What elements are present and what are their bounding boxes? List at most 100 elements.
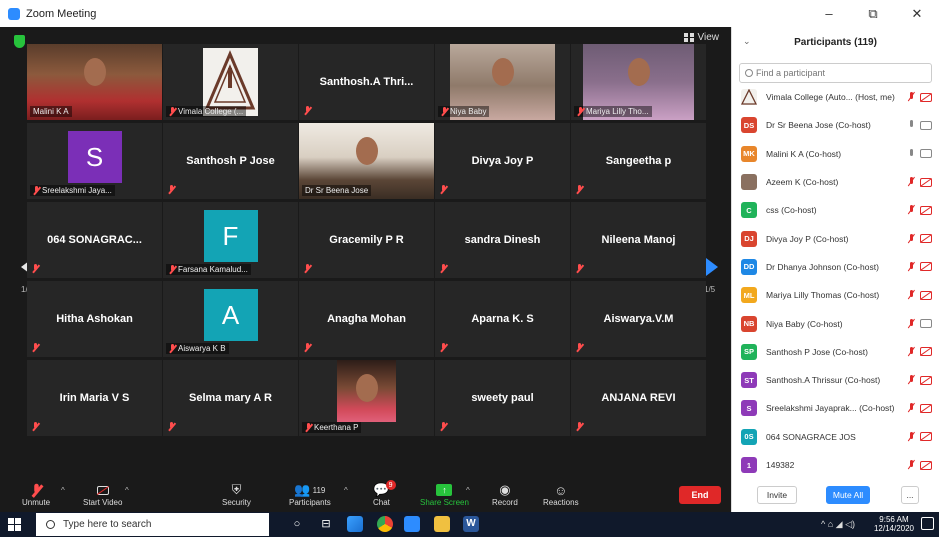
participant-name: Vimala College (...	[178, 107, 244, 116]
paint-app-icon[interactable]	[347, 516, 363, 532]
participant-tile[interactable]: Dr Sr Beena Jose	[299, 123, 434, 199]
participant-search-input[interactable]	[756, 68, 926, 78]
participant-status-icons	[907, 460, 932, 470]
task-view-icon[interactable]: ⊟	[318, 516, 334, 532]
title-bar: Zoom Meeting – ⧉ ✕	[0, 0, 939, 27]
participant-tile[interactable]: Selma mary A R	[163, 360, 298, 436]
participant-row[interactable]: NB Niya Baby (Co-host)	[732, 309, 939, 337]
windows-start-icon[interactable]	[8, 518, 21, 531]
share-screen-button[interactable]: ↑ Share Screen	[420, 482, 469, 507]
security-button[interactable]: ⛨ Security	[222, 482, 251, 507]
participant-row[interactable]: ST Santhosh.A Thrissur (Co-host)	[732, 366, 939, 394]
view-button[interactable]: View	[683, 32, 719, 43]
participant-row[interactable]: 0S 064 SONAGRACE JOS	[732, 423, 939, 451]
share-options-chevron-icon[interactable]: ^	[466, 486, 470, 495]
participant-tile[interactable]: sweety paul	[435, 360, 570, 436]
participant-tile[interactable]: S Sreelakshmi Jaya...	[27, 123, 162, 199]
participant-row[interactable]: ML Mariya Lilly Thomas (Co-host)	[732, 281, 939, 309]
mute-all-button[interactable]: Mute All	[826, 486, 870, 504]
participant-tile[interactable]: F Farsana Kamalud...	[163, 202, 298, 278]
participants-button[interactable]: 👥 119 Participants	[289, 482, 331, 507]
participant-tile[interactable]: Nileena Manoj	[571, 202, 706, 278]
participant-search[interactable]	[739, 63, 932, 83]
participant-name: Santhosh P Jose (Co-host)	[766, 346, 868, 357]
participant-name: Sangeetha p	[605, 155, 672, 167]
participant-row[interactable]: SP Santhosh P Jose (Co-host)	[732, 338, 939, 366]
participant-row[interactable]: S Sreelakshmi Jayaprak... (Co-host)	[732, 394, 939, 422]
participant-row[interactable]: MK Malini K A (Co-host)	[732, 140, 939, 168]
participant-tile[interactable]: Anagha Mohan	[299, 281, 434, 357]
participant-tile[interactable]: Divya Joy P	[435, 123, 570, 199]
mic-muted-icon	[32, 264, 39, 273]
participant-status-icons	[907, 431, 932, 442]
participant-tile[interactable]: 064 SONAGRAC...	[27, 202, 162, 278]
participant-avatar: 0S	[741, 428, 757, 445]
reactions-button[interactable]: ☺ Reactions	[543, 482, 579, 508]
mic-muted-icon	[907, 261, 916, 272]
taskbar-search[interactable]: Type here to search	[36, 513, 269, 536]
participant-row[interactable]: DS Dr Sr Beena Jose (Co-host)	[732, 111, 939, 139]
participant-tile[interactable]: sandra Dinesh	[435, 202, 570, 278]
grid-view-icon	[683, 33, 694, 42]
participant-row[interactable]: DJ Divya Joy P (Co-host)	[732, 224, 939, 252]
chrome-icon[interactable]	[377, 516, 393, 532]
video-icon	[920, 319, 932, 329]
participant-tile[interactable]: Niya Baby	[435, 44, 570, 120]
end-meeting-button[interactable]: End	[679, 486, 721, 504]
participant-avatar: DD	[741, 258, 757, 275]
notification-center-icon[interactable]	[921, 517, 934, 530]
clock[interactable]: 9:56 AM 12/14/2020	[874, 515, 914, 533]
participant-row[interactable]: 1 149382	[732, 451, 939, 479]
participant-tile[interactable]: A Aiswarya K B	[163, 281, 298, 357]
participant-row[interactable]: Azeem K (Co-host)	[732, 168, 939, 196]
college-logo-icon	[741, 89, 757, 105]
participant-tile[interactable]: Santhosh.A Thri...	[299, 44, 434, 120]
participant-tile[interactable]: Malini K A	[27, 44, 162, 120]
mic-muted-icon	[576, 185, 583, 194]
participant-tile[interactable]: Vimala College (...	[163, 44, 298, 120]
participant-status-icons	[907, 205, 932, 215]
chat-button[interactable]: 💬 9 Chat	[373, 480, 396, 507]
participant-name: Hitha Ashokan	[56, 313, 133, 325]
participant-row[interactable]: Vimala College (Auto... (Host, me)	[732, 83, 939, 111]
participant-tile[interactable]: ANJANA REVI	[571, 360, 706, 436]
participant-tile[interactable]: Aiswarya.V.M	[571, 281, 706, 357]
video-off-icon	[920, 347, 932, 357]
chat-unread-badge: 9	[385, 480, 396, 490]
system-tray-icons[interactable]: ^ ⌂ ◢ ◁)	[821, 519, 855, 530]
more-options-button[interactable]: ...	[901, 486, 919, 504]
participant-tile[interactable]: Irin Maria V S	[27, 360, 162, 436]
close-button[interactable]: ✕	[895, 0, 939, 27]
participant-tile[interactable]: Aparna K. S	[435, 281, 570, 357]
participant-row[interactable]: Ccss (Co-host)	[732, 196, 939, 224]
collapse-chevron-icon[interactable]: ⌄	[743, 36, 751, 47]
video-off-icon	[920, 262, 932, 272]
video-options-chevron-icon[interactable]: ^	[125, 486, 129, 495]
start-video-button[interactable]: Start Video	[83, 482, 122, 507]
participants-label: Participants	[289, 498, 331, 507]
face-shape	[627, 58, 650, 86]
encryption-shield-icon[interactable]	[14, 35, 25, 48]
record-button[interactable]: ◉ Record	[492, 482, 518, 507]
file-explorer-icon[interactable]	[434, 516, 450, 532]
audio-options-chevron-icon[interactable]: ^	[61, 486, 65, 495]
zoom-taskbar-icon[interactable]	[404, 516, 420, 532]
participant-tile[interactable]: Mariya Lilly Tho...	[571, 44, 706, 120]
mic-muted-icon	[169, 344, 176, 353]
minimize-button[interactable]: –	[807, 0, 851, 27]
cortana-circle-icon[interactable]: ○	[289, 516, 305, 532]
participant-tile[interactable]: Hitha Ashokan	[27, 281, 162, 357]
participant-row[interactable]: DD Dr Dhanya Johnson (Co-host)	[732, 253, 939, 281]
next-page-arrow-icon[interactable]	[706, 258, 718, 276]
participant-tile[interactable]: Sangeetha p	[571, 123, 706, 199]
participant-tile[interactable]: Keerthana P	[299, 360, 434, 436]
participant-tile[interactable]: Gracemily P R	[299, 202, 434, 278]
word-icon[interactable]: W	[463, 516, 479, 532]
unmute-button[interactable]: Unmute	[22, 482, 50, 507]
restore-button[interactable]: ⧉	[851, 0, 895, 27]
participant-tile[interactable]: Santhosh P Jose	[163, 123, 298, 199]
mic-muted-icon	[907, 233, 916, 244]
participants-chevron-icon[interactable]: ^	[344, 486, 348, 495]
mic-muted-icon	[907, 177, 916, 187]
invite-button[interactable]: Invite	[757, 486, 797, 504]
